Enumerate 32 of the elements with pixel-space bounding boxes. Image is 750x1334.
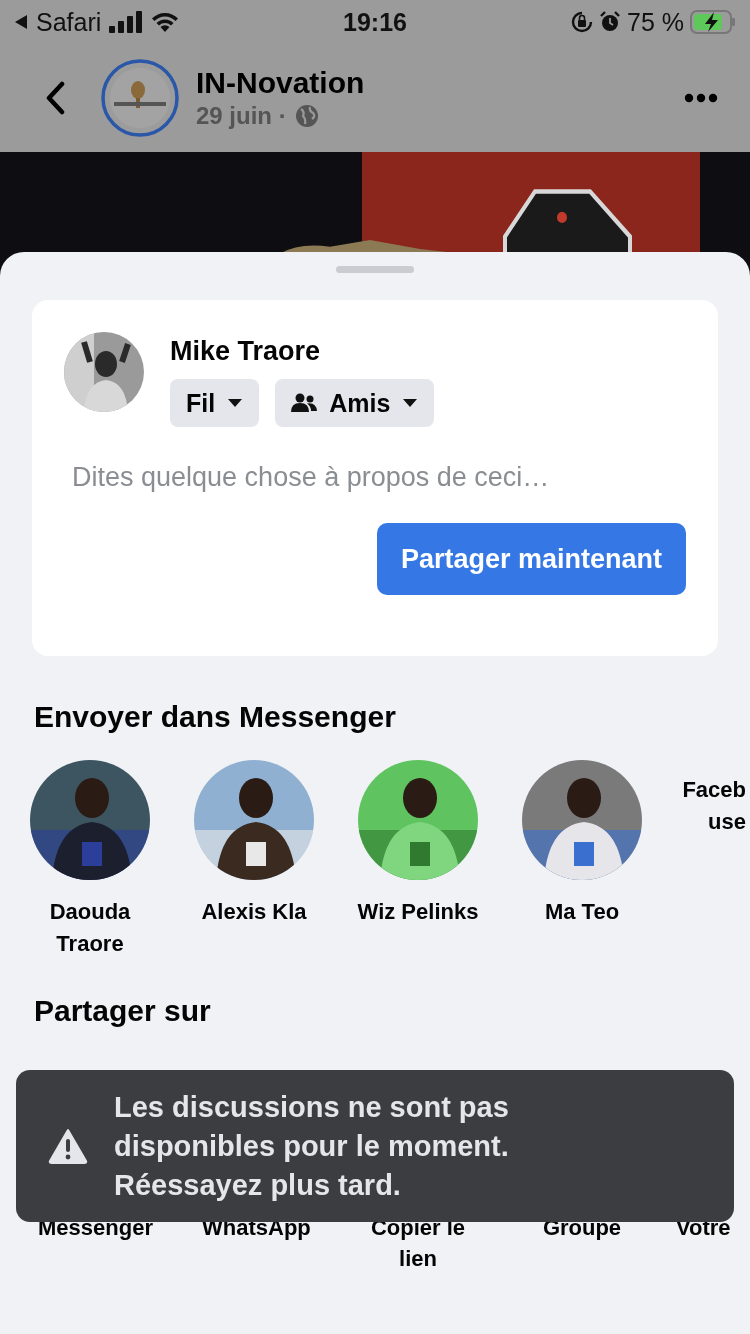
drag-handle[interactable] [336, 266, 414, 273]
battery-percent: 75 % [627, 7, 684, 37]
post-date: 29 juin · [196, 102, 287, 130]
contact-name[interactable]: Ma Teo [507, 896, 657, 928]
user-name: Mike Traore [170, 336, 322, 367]
comment-field[interactable]: Dites quelque chose à propos de ceci… [64, 457, 686, 497]
caret-icon [402, 398, 419, 408]
share-now-button[interactable]: Partager maintenant [376, 523, 686, 595]
section-heading: Envoyer dans Messenger [34, 700, 397, 734]
contact-name[interactable]: Alexis Kla [179, 896, 329, 928]
rotation-lock-icon [571, 11, 593, 33]
section-heading: Partager sur [34, 994, 212, 1028]
battery-icon [690, 10, 736, 34]
more-options-icon[interactable] [684, 93, 718, 103]
contact-name[interactable]: Wiz Pelinks [343, 896, 493, 928]
back-app-label[interactable]: Safari [36, 7, 102, 37]
caret-icon [227, 398, 244, 408]
clock-time: 19:16 [343, 7, 407, 37]
back-arrow-icon[interactable] [14, 14, 28, 30]
wifi-icon [151, 11, 180, 33]
contact-name[interactable]: Daouda Traore [15, 896, 165, 960]
globe-icon [294, 104, 319, 128]
toast-message: Les discussions ne sont pas disponibles pour le moment. Réessayez plus tard. [114, 1089, 510, 1203]
alarm-icon [599, 11, 621, 33]
page-name[interactable]: IN-Novation [196, 66, 684, 100]
signal-icon [109, 11, 144, 33]
audience-dropdown[interactable]: Amis [275, 379, 435, 427]
friends-icon [291, 393, 318, 413]
back-chevron-icon[interactable] [44, 81, 66, 115]
warning-icon [48, 1128, 88, 1164]
destination-dropdown[interactable]: Fil [170, 379, 260, 427]
contact-name[interactable]: Faceb use [682, 774, 746, 838]
